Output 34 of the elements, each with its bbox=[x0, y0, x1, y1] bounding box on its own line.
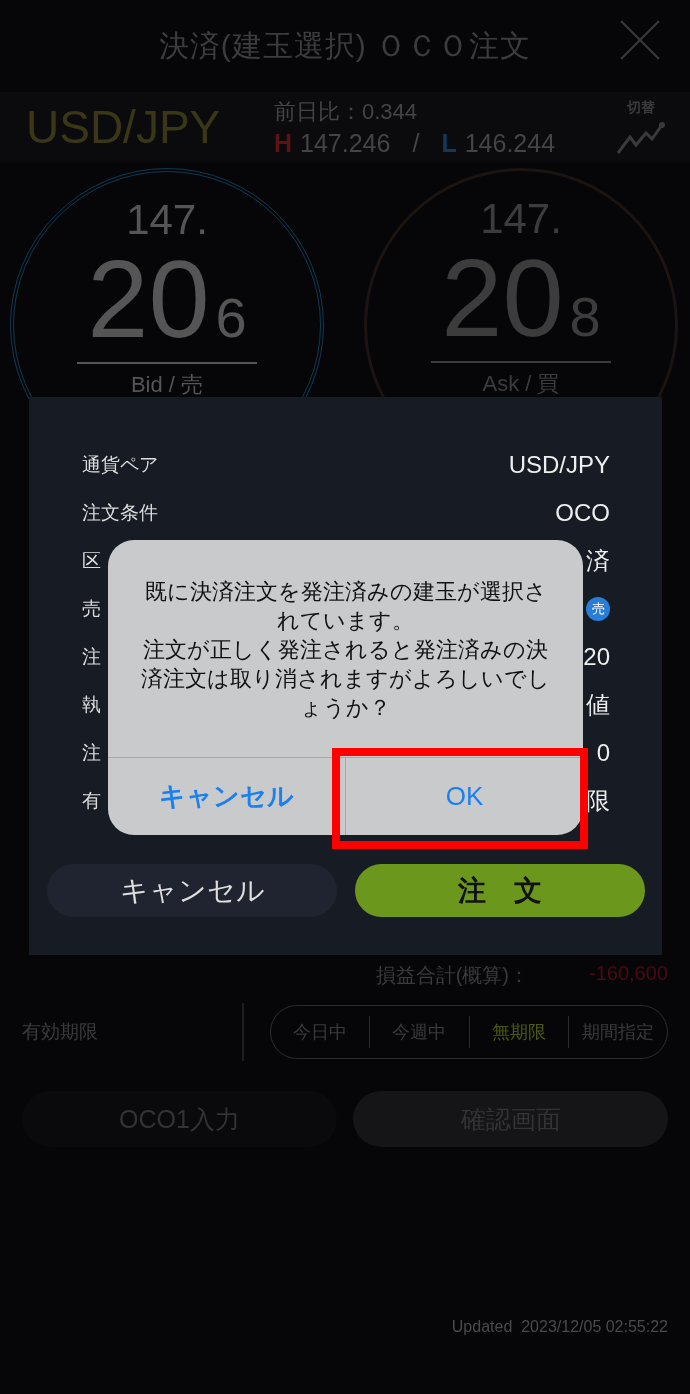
daily-change: 前日比：0.344 bbox=[274, 97, 419, 126]
row-label: 注 bbox=[82, 645, 101, 669]
price-fraction: 6 bbox=[215, 285, 247, 350]
line-chart-icon[interactable] bbox=[616, 121, 666, 155]
row-label: 通貨ペア bbox=[82, 453, 158, 477]
row-label: 執 bbox=[82, 693, 101, 717]
expiry-option[interactable]: 無期限 bbox=[468, 1016, 568, 1048]
alert-message: 既に決済注文を発注済みの建玉が選択されています。 bbox=[143, 579, 548, 635]
row-label: 区 bbox=[82, 549, 101, 573]
row-label: 注 bbox=[82, 741, 101, 765]
row-value: OCO bbox=[555, 499, 610, 527]
low-price: 146.244 bbox=[464, 128, 556, 158]
price-pips: 20 bbox=[87, 244, 210, 354]
separator: / bbox=[412, 128, 420, 158]
close-icon[interactable] bbox=[620, 20, 660, 60]
row-label: 有 bbox=[82, 789, 101, 813]
row-value: 済 bbox=[586, 546, 610, 576]
row-label: 注文条件 bbox=[82, 501, 158, 525]
row-value: 0 bbox=[596, 739, 610, 767]
sheet-button[interactable]: 注 文 bbox=[355, 864, 645, 917]
row-value: 値 bbox=[586, 690, 610, 720]
high-mark: H bbox=[274, 128, 293, 158]
alert-message: 注文が正しく発注されると発注済みの決済注文は取り消されますがよろしいでしょうか？ bbox=[140, 637, 551, 722]
sell-badge: 売 bbox=[586, 597, 610, 621]
summary-value: -160,600 bbox=[589, 962, 668, 986]
row-value: USD/JPY bbox=[508, 451, 610, 479]
updated-time: Updated 2023/12/05 02:55:22 bbox=[451, 1318, 668, 1336]
sheet-button[interactable]: キャンセル bbox=[47, 864, 337, 917]
price-label: Bid / 売 bbox=[130, 371, 204, 399]
price-head: 147. bbox=[126, 196, 208, 244]
row-value: 20 bbox=[583, 643, 610, 671]
high-price: 147.246 bbox=[300, 128, 391, 158]
low-mark: L bbox=[441, 128, 457, 158]
row-label: 売 bbox=[82, 597, 101, 621]
